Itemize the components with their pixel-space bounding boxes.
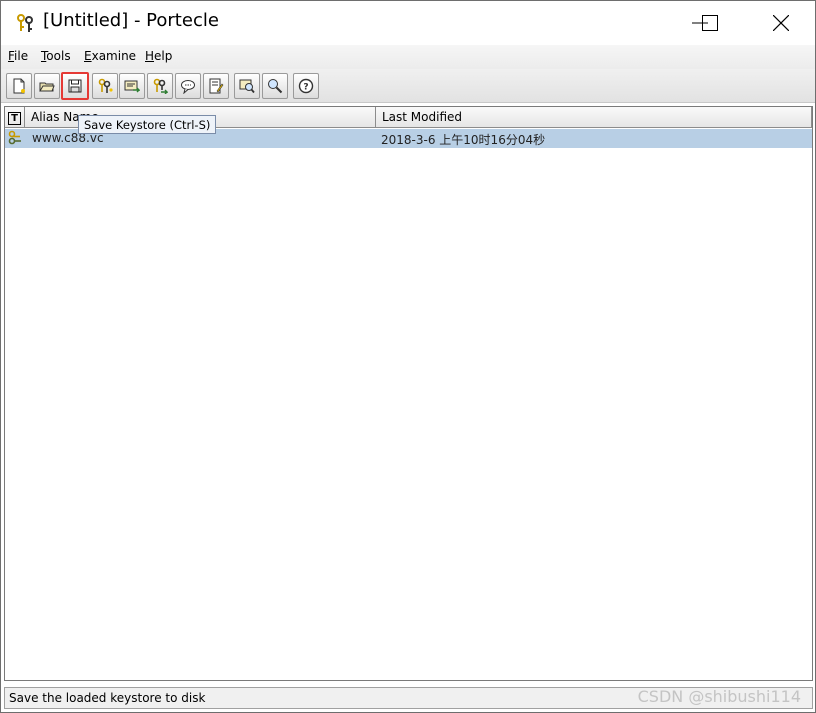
maximize-icon bbox=[702, 15, 718, 31]
new-keystore-icon bbox=[13, 78, 25, 94]
import-keypair-icon bbox=[153, 78, 168, 94]
type-column-icon: T bbox=[8, 112, 21, 125]
menu-examine-mnemonic: E bbox=[84, 49, 92, 63]
menu-help[interactable]: Help bbox=[145, 49, 172, 63]
examine-certificate-button[interactable] bbox=[234, 73, 260, 99]
examine-certificate-icon bbox=[239, 79, 255, 94]
save-keystore-button[interactable] bbox=[61, 72, 89, 100]
menu-examine[interactable]: Examine bbox=[84, 49, 136, 63]
keystore-report-button[interactable] bbox=[203, 73, 229, 99]
menu-bar: File Tools Examine Help bbox=[1, 45, 815, 69]
title-bar[interactable]: [Untitled] - Portecle bbox=[1, 1, 815, 45]
portecle-keys-icon bbox=[15, 13, 35, 33]
examine-crl-icon bbox=[268, 79, 283, 94]
maximize-button[interactable] bbox=[687, 1, 733, 45]
import-certificate-icon bbox=[124, 80, 140, 93]
open-keystore-button[interactable] bbox=[34, 73, 60, 99]
import-keypair-button[interactable] bbox=[147, 73, 173, 99]
import-certificate-button[interactable] bbox=[119, 73, 145, 99]
column-header-type[interactable]: T bbox=[5, 107, 25, 128]
examine-crl-button[interactable] bbox=[262, 73, 288, 99]
svg-text:?: ? bbox=[303, 83, 308, 93]
window-title: [Untitled] - Portecle bbox=[43, 10, 219, 31]
keypair-entry-icon bbox=[7, 130, 23, 150]
save-keystore-tooltip: Save Keystore (Ctrl-S) bbox=[78, 115, 217, 134]
help-icon: ? bbox=[298, 78, 314, 94]
keystore-report-icon bbox=[209, 78, 224, 94]
save-keystore-icon bbox=[68, 79, 82, 93]
generate-keypair-button[interactable] bbox=[92, 73, 118, 99]
keystore-password-icon bbox=[181, 80, 195, 94]
close-icon bbox=[773, 15, 789, 31]
csdn-watermark: CSDN @shibushi114 bbox=[637, 687, 801, 706]
portecle-window: [Untitled] - Portecle File Tools Examine… bbox=[0, 0, 816, 713]
new-keystore-button[interactable] bbox=[6, 73, 32, 99]
menu-tools-label: ools bbox=[46, 49, 71, 63]
toolbar: ? bbox=[1, 69, 815, 103]
last-modified-cell: 2018-3-6 上午10时16分04秒 bbox=[381, 133, 546, 147]
status-text: Save the loaded keystore to disk bbox=[9, 691, 206, 705]
menu-examine-label: xamine bbox=[91, 49, 137, 63]
menu-file-label: ile bbox=[14, 49, 29, 63]
menu-tools[interactable]: Tools bbox=[41, 49, 71, 63]
generate-keypair-icon bbox=[98, 78, 113, 93]
close-button[interactable] bbox=[758, 1, 804, 45]
menu-help-label: elp bbox=[154, 49, 173, 63]
keystore-password-button[interactable] bbox=[175, 73, 201, 99]
help-button[interactable]: ? bbox=[293, 73, 319, 99]
open-keystore-icon bbox=[39, 82, 55, 92]
keystore-table: T Alias Name Last Modified www.c88.vc 20… bbox=[4, 106, 813, 681]
menu-help-mnemonic: H bbox=[145, 49, 155, 63]
column-header-last-modified[interactable]: Last Modified bbox=[376, 107, 812, 128]
menu-file[interactable]: File bbox=[8, 49, 28, 63]
